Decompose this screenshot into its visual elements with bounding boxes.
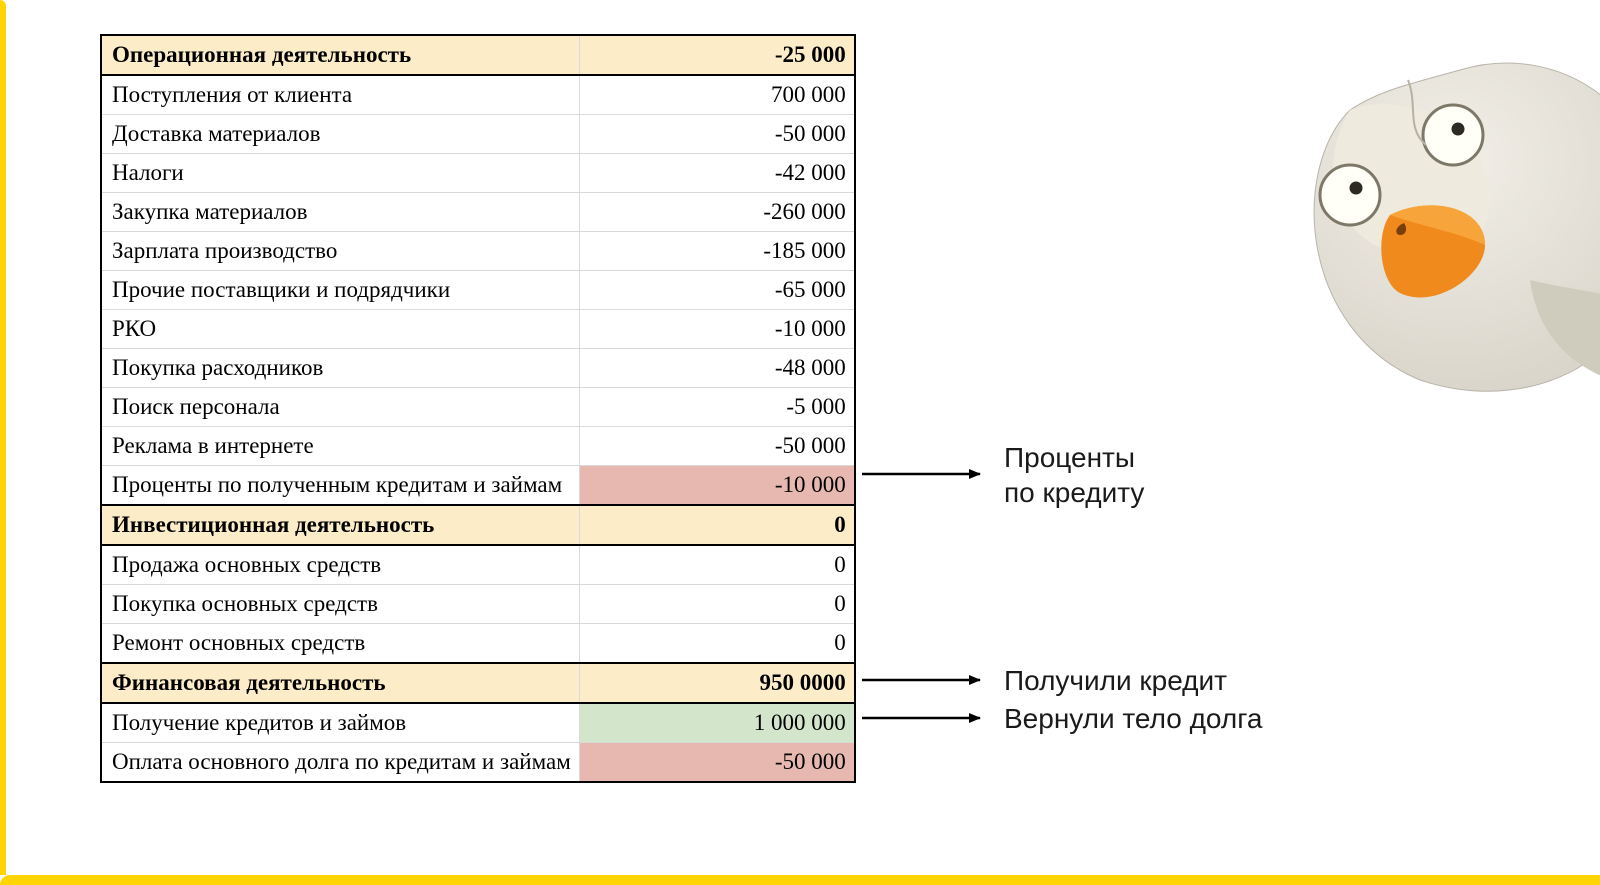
table-row-loan-received: Получение кредитов и займов1 000 000 (101, 703, 855, 743)
section-total: 0 (579, 505, 855, 545)
table-row: Покупка расходников-48 000 (101, 349, 855, 388)
row-value: -42 000 (579, 154, 855, 193)
row-value: 0 (579, 545, 855, 585)
row-label: Покупка основных средств (101, 585, 579, 624)
section-total: 950 0000 (579, 663, 855, 703)
table-row: Прочие поставщики и подрядчики-65 000 (101, 271, 855, 310)
row-value: -48 000 (579, 349, 855, 388)
table-row: Зарплата производство-185 000 (101, 232, 855, 271)
row-value: -50 000 (579, 743, 855, 783)
row-value: -50 000 (579, 427, 855, 466)
row-label: РКО (101, 310, 579, 349)
row-label: Продажа основных средств (101, 545, 579, 585)
table-row: Ремонт основных средств0 (101, 624, 855, 664)
row-label: Закупка материалов (101, 193, 579, 232)
page-accent-bottom (0, 875, 1600, 885)
row-value: -10 000 (579, 466, 855, 506)
table-row-interest: Проценты по полученным кредитам и займам… (101, 466, 855, 506)
section-title: Операционная деятельность (101, 35, 579, 75)
section-total: -25 000 (579, 35, 855, 75)
table-row: Реклама в интернете-50 000 (101, 427, 855, 466)
table-row: Закупка материалов-260 000 (101, 193, 855, 232)
row-value: 0 (579, 624, 855, 664)
row-value: -260 000 (579, 193, 855, 232)
row-value: -5 000 (579, 388, 855, 427)
row-value: 1 000 000 (579, 703, 855, 743)
section-title: Финансовая деятельность (101, 663, 579, 703)
row-value: 700 000 (579, 75, 855, 115)
row-label: Покупка расходников (101, 349, 579, 388)
row-label: Налоги (101, 154, 579, 193)
section-financing: Финансовая деятельность 950 0000 (101, 663, 855, 703)
table-row: Покупка основных средств0 (101, 585, 855, 624)
cashflow-table: Операционная деятельность -25 000 Поступ… (100, 34, 856, 783)
row-label: Доставка материалов (101, 115, 579, 154)
row-label: Ремонт основных средств (101, 624, 579, 664)
row-label: Зарплата производство (101, 232, 579, 271)
row-label: Поиск персонала (101, 388, 579, 427)
page-accent-left (0, 0, 6, 875)
row-value: 0 (579, 585, 855, 624)
section-operating: Операционная деятельность -25 000 (101, 35, 855, 75)
section-investing: Инвестиционная деятельность 0 (101, 505, 855, 545)
table-row: Поступления от клиента700 000 (101, 75, 855, 115)
section-title: Инвестиционная деятельность (101, 505, 579, 545)
row-value: -185 000 (579, 232, 855, 271)
table-row: Налоги-42 000 (101, 154, 855, 193)
row-label: Оплата основного долга по кредитам и зай… (101, 743, 579, 783)
row-value: -50 000 (579, 115, 855, 154)
row-value: -65 000 (579, 271, 855, 310)
row-value: -10 000 (579, 310, 855, 349)
table-row: Доставка материалов-50 000 (101, 115, 855, 154)
row-label: Поступления от клиента (101, 75, 579, 115)
table-row-loan-body-paid: Оплата основного долга по кредитам и зай… (101, 743, 855, 783)
table-row: Поиск персонала-5 000 (101, 388, 855, 427)
row-label: Проценты по полученным кредитам и займам (101, 466, 579, 506)
row-label: Получение кредитов и займов (101, 703, 579, 743)
bird-illustration-icon (1230, 50, 1600, 430)
row-label: Прочие поставщики и подрядчики (101, 271, 579, 310)
table-row: РКО-10 000 (101, 310, 855, 349)
table-row: Продажа основных средств0 (101, 545, 855, 585)
row-label: Реклама в интернете (101, 427, 579, 466)
